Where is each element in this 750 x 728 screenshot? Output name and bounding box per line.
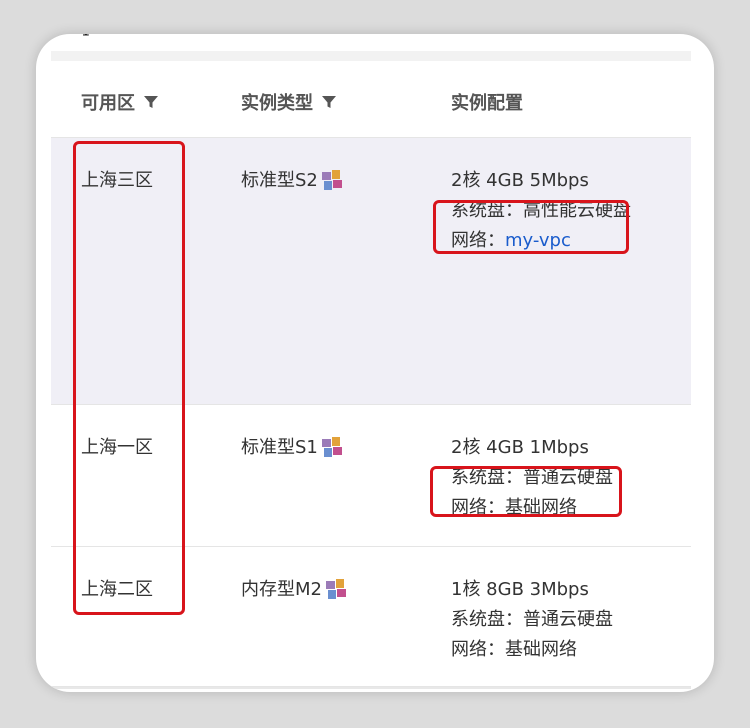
column-header-config-label: 实例配置 [451, 93, 523, 114]
instance-type-label: 内存型M2 [241, 579, 322, 600]
instance-type-cell: 标准型S1 [241, 433, 344, 463]
network-label: 网络： [451, 639, 505, 660]
table-header: 可用区 实例类型 实例配置 [51, 61, 691, 138]
product-badge-icon [320, 436, 344, 460]
config-spec: 2核 4GB 1Mbps [451, 437, 589, 458]
network-value: 基础网络 [505, 639, 577, 660]
instance-type-label: 标准型S1 [241, 437, 318, 458]
config-network: 网络：基础网络 [451, 635, 613, 665]
filter-icon[interactable] [143, 94, 159, 110]
table-top-strip [51, 51, 691, 61]
screenshot-card: vpc 可用区 实例类型 实例配置 上海三区 标 [36, 34, 714, 692]
annotation-box-vpc-network [433, 200, 629, 254]
config-spec: 2核 4GB 5Mbps [451, 170, 589, 191]
instance-type-label: 标准型S2 [241, 170, 318, 191]
column-header-config: 实例配置 [451, 89, 523, 115]
table-bottom-border [51, 687, 691, 689]
product-badge-icon [320, 169, 344, 193]
column-header-instance-type[interactable]: 实例类型 [241, 89, 337, 115]
column-header-zone-label: 可用区 [81, 93, 135, 114]
annotation-box-zones [73, 141, 185, 615]
cropped-header-text: vpc [70, 34, 109, 37]
product-badge-icon [324, 578, 348, 602]
config-disk: 系统盘：普通云硬盘 [451, 609, 613, 630]
instance-type-cell: 内存型M2 [241, 575, 348, 605]
config-cell: 1核 8GB 3Mbps 系统盘：普通云硬盘 网络：基础网络 [451, 575, 613, 665]
instance-type-cell: 标准型S2 [241, 166, 344, 196]
config-spec: 1核 8GB 3Mbps [451, 579, 589, 600]
filter-icon[interactable] [321, 94, 337, 110]
column-header-instance-type-label: 实例类型 [241, 93, 313, 114]
annotation-box-basic-network [430, 466, 622, 517]
column-header-zone[interactable]: 可用区 [81, 89, 159, 115]
